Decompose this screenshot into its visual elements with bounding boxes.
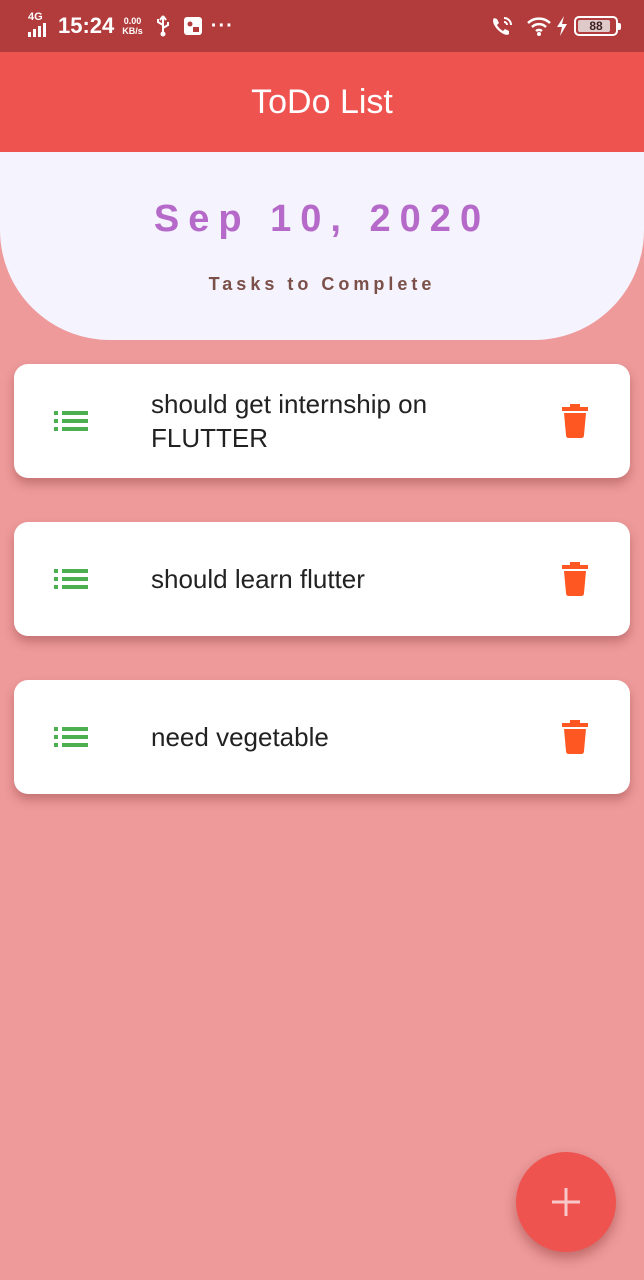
notification-icon (183, 16, 203, 36)
task-text: should get internship on FLUTTER (151, 389, 428, 453)
task-card[interactable]: should get internship on FLUTTER (14, 364, 630, 478)
trash-icon[interactable] (562, 720, 588, 754)
header-subtitle: Tasks to Complete (208, 274, 436, 294)
plus-icon (552, 1188, 580, 1216)
app-bar: ToDo List (0, 52, 644, 152)
trash-icon[interactable] (562, 562, 588, 596)
usb-icon (155, 15, 171, 37)
battery-icon: 88 (574, 16, 621, 36)
signal-icon: 4G (26, 11, 54, 39)
task-card[interactable]: need vegetable (14, 680, 630, 794)
list-icon (54, 726, 88, 748)
trash-icon[interactable] (562, 404, 588, 438)
network-speed-unit: KB/s (122, 26, 143, 36)
list-icon (54, 568, 88, 590)
header-date: Sep 10, 2020 (153, 198, 491, 240)
task-card[interactable]: should learn flutter (14, 522, 630, 636)
network-speed: 0.00 KB/s (122, 16, 143, 36)
task-text: need vegetable (151, 722, 329, 752)
task-text: should learn flutter (151, 564, 365, 594)
battery-level: 88 (589, 19, 603, 33)
network-speed-value: 0.00 (123, 16, 142, 26)
charging-icon (556, 16, 568, 36)
network-type: 4G (28, 11, 43, 23)
status-bar: 4G 15:24 0.00 KB/s ··· 88 (0, 0, 644, 52)
status-bar-left: 4G 15:24 0.00 KB/s ··· (26, 11, 234, 39)
add-task-button[interactable] (516, 1152, 616, 1252)
list-icon (54, 410, 88, 432)
overflow-indicator: ··· (210, 14, 234, 37)
date-header: Sep 10, 2020 Tasks to Complete (0, 152, 644, 340)
wifi-icon (526, 15, 552, 37)
wifi-calling-icon (490, 15, 514, 37)
task-list: should get internship on FLUTTER should … (14, 364, 630, 838)
status-bar-right: 88 (478, 15, 621, 37)
app-title: ToDo List (251, 82, 393, 121)
status-time: 15:24 (58, 13, 115, 38)
